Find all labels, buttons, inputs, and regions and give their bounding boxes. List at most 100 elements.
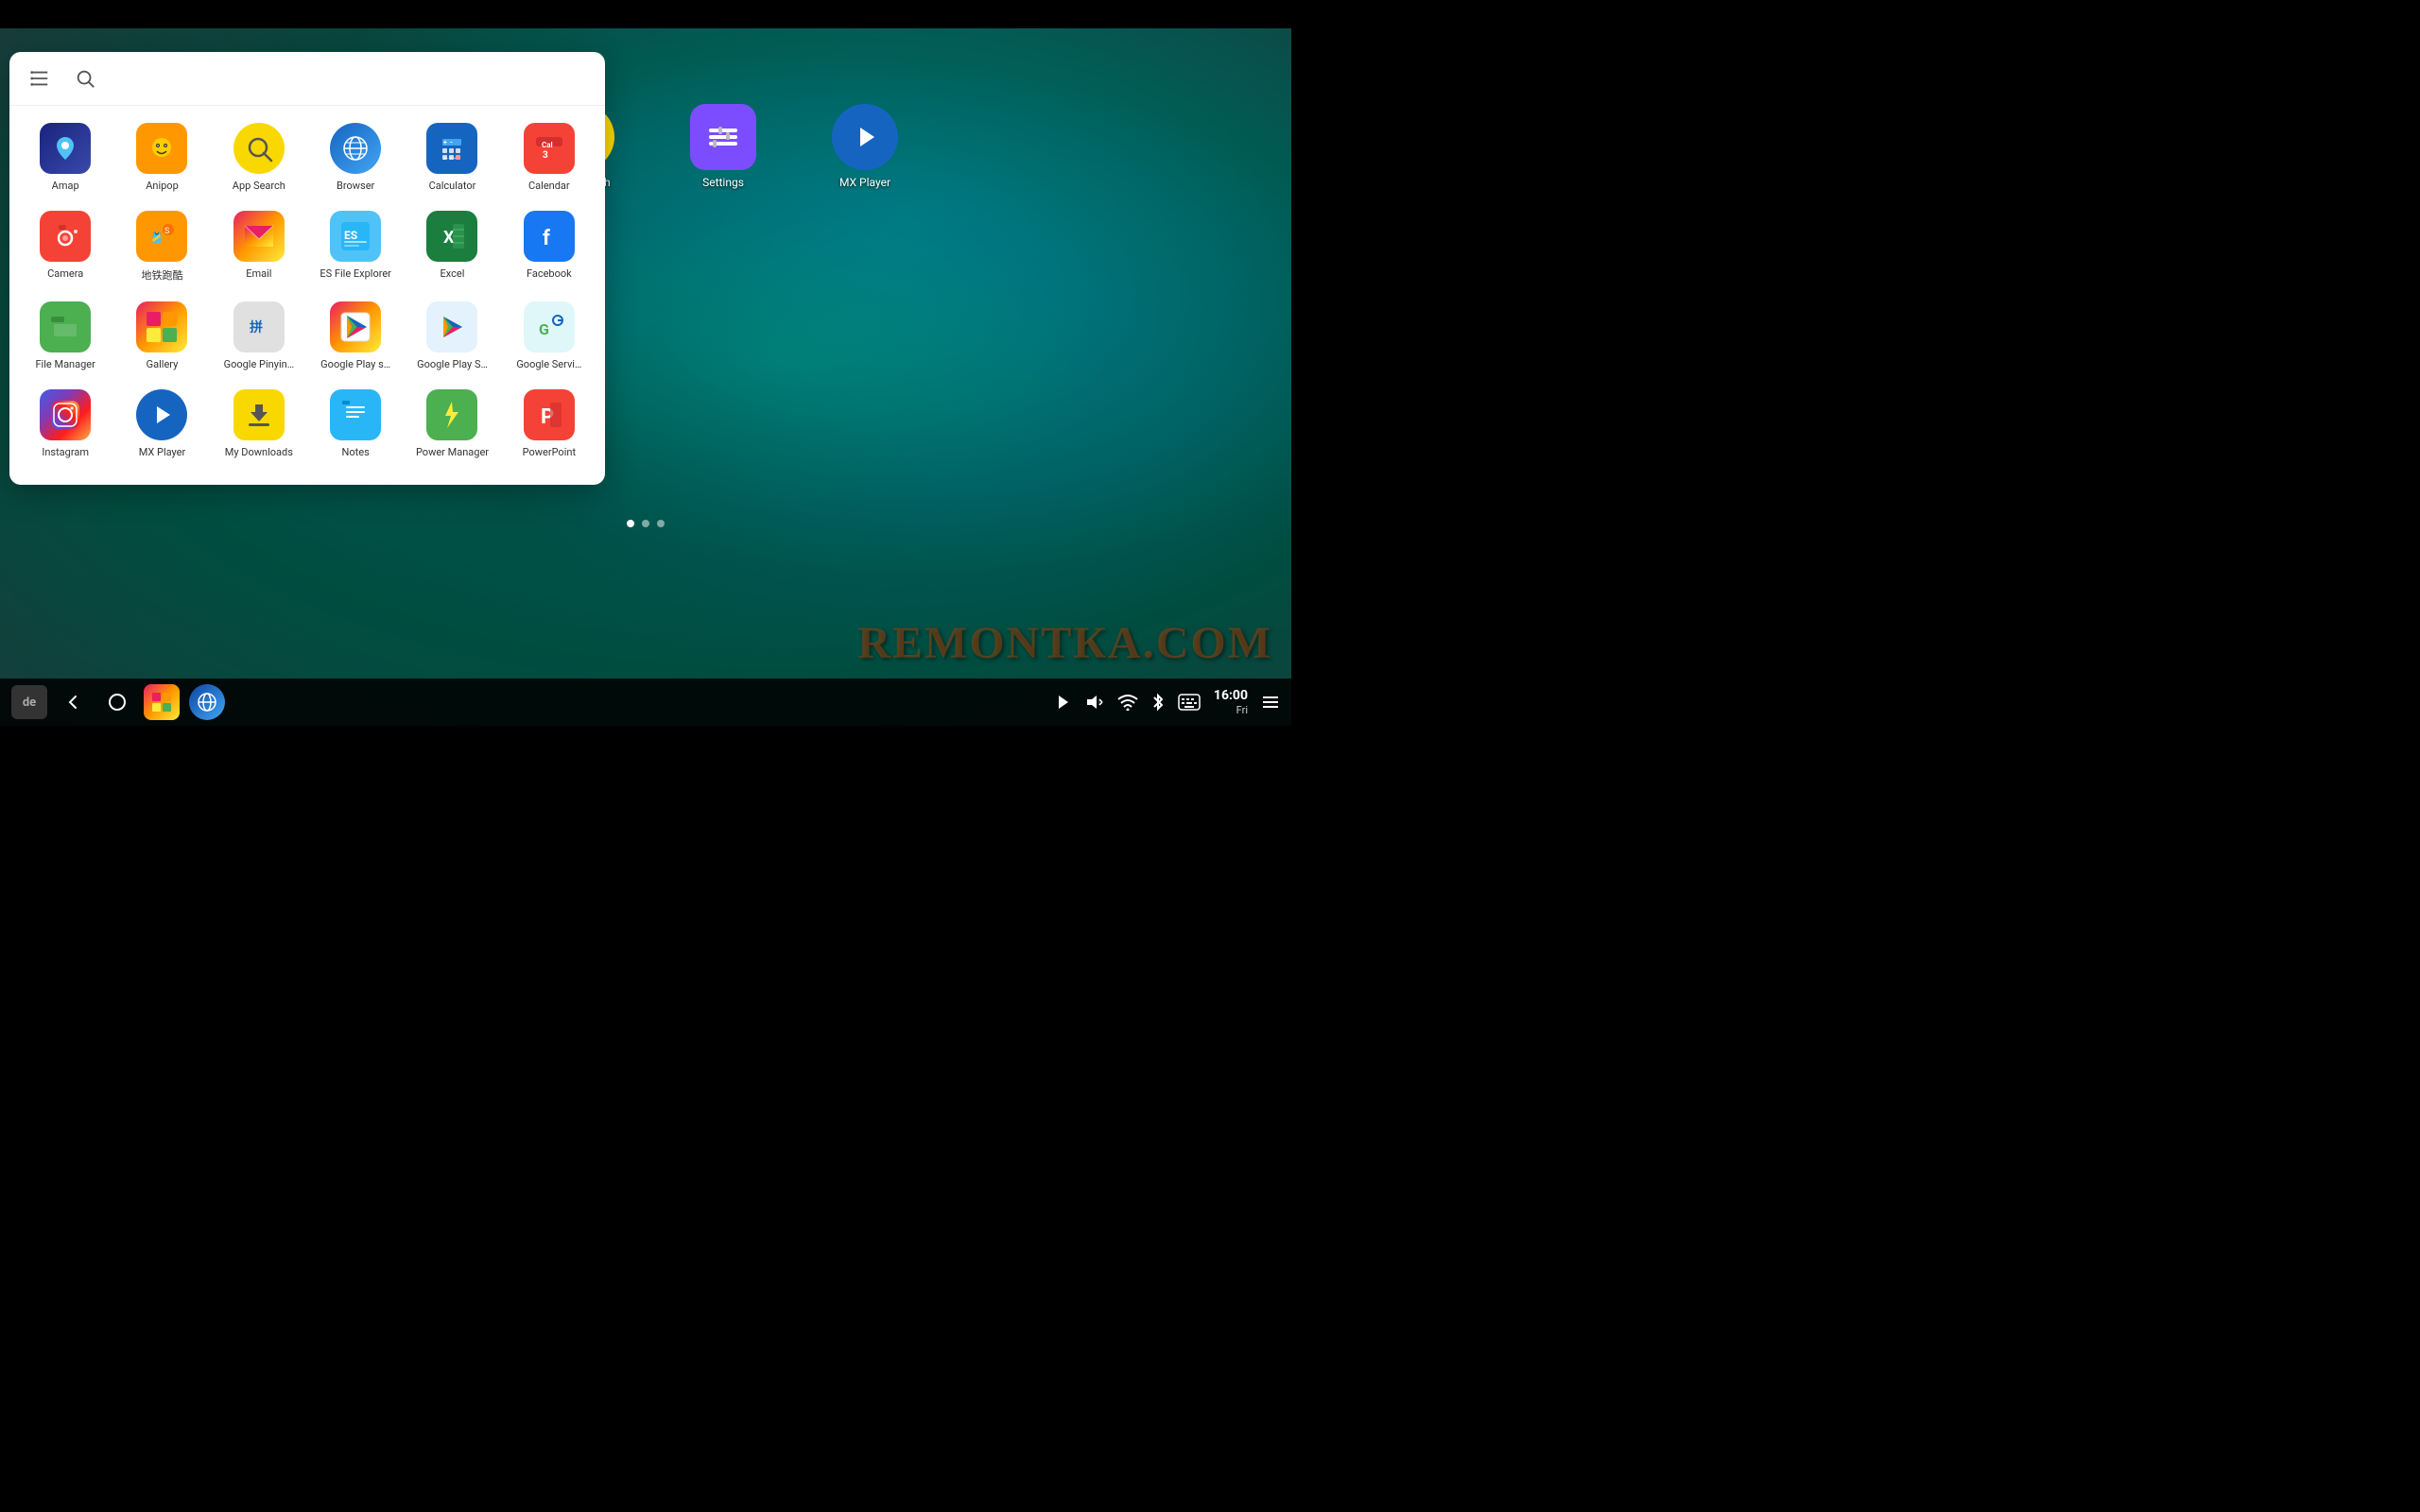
volume-icon[interactable] [1085,693,1104,712]
google-play-s-label: Google Play s… [316,358,396,370]
app-item-calculator[interactable]: + - × ÷ + - Calculator [404,113,500,201]
email-drawer-label: Email [218,267,299,280]
svg-text:G: G [539,320,549,338]
powerpoint-icon: P [524,389,575,440]
mx-player-drawer-icon [136,389,187,440]
svg-text:f: f [543,227,550,250]
browser-label: Browser [316,180,396,192]
drawer-search-btn[interactable] [70,63,100,94]
drawer-header [9,52,605,106]
google-services-label: Google Servi… [509,358,589,370]
keyboard-icon[interactable] [1178,694,1201,711]
notes-icon [330,389,381,440]
app-item-mx-player[interactable]: MX Player [113,380,210,468]
app-item-facebook[interactable]: f Facebook [501,201,597,292]
taskbar-menu-icon[interactable] [1261,693,1280,712]
my-downloads-label: My Downloads [218,446,299,458]
svg-text:-: - [450,139,453,146]
excel-label: Excel [412,267,493,280]
drawer-list-view-btn[interactable] [25,63,55,94]
desktop-icon-settings[interactable]: Settings [681,104,766,189]
excel-icon: X [426,211,477,262]
taskbar-left: de [11,684,225,720]
email-drawer-icon [233,211,285,262]
calendar-icon: Cal 3 [524,123,575,174]
svg-text:S: S [164,227,169,236]
amap-icon [40,123,91,174]
gallery-drawer-icon [136,301,187,352]
app-item-powerpoint[interactable]: P PowerPoint [501,380,597,468]
app-item-anipop[interactable]: Anipop [113,113,210,201]
browser-taskbar-button[interactable] [189,684,225,720]
google-play-s2-icon [426,301,477,352]
wifi-icon[interactable] [1117,694,1138,711]
de-launcher-btn[interactable]: de [11,685,47,719]
app-item-es-file[interactable]: ES ES File Explorer [307,201,404,292]
power-manager-label: Power Manager [412,446,493,458]
notes-label: Notes [316,446,396,458]
app-item-calendar[interactable]: Cal 3 Calendar [501,113,597,201]
bluetooth-icon[interactable] [1151,693,1165,712]
app-item-notes[interactable]: Notes [307,380,404,468]
app-item-google-play-s[interactable]: Google Play s… [307,292,404,380]
calculator-icon: + - × ÷ + - [426,123,477,174]
es-file-label: ES File Explorer [316,267,396,280]
launcher-button[interactable] [144,684,180,720]
es-file-icon: ES [330,211,381,262]
app-drawer: Amap Anipop Ap [9,52,605,485]
app-item-amap[interactable]: Amap [17,113,113,201]
anipop-icon [136,123,187,174]
app-item-app-search[interactable]: App Search [211,113,307,201]
svg-text:3: 3 [543,150,548,161]
app-item-google-pinyin[interactable]: 拼 Google Pinyin… [211,292,307,380]
dot-2[interactable] [642,520,649,527]
app-item-camera[interactable]: Camera [17,201,113,292]
svg-text:🎽: 🎽 [150,232,164,244]
app-item-google-services[interactable]: G Google Servi… [501,292,597,380]
amap-label: Amap [26,180,106,192]
app-item-excel[interactable]: X Excel [404,201,500,292]
camera-icon [40,211,91,262]
calculator-label: Calculator [412,180,493,192]
powerpoint-label: PowerPoint [509,446,589,458]
browser-icon [330,123,381,174]
app-item-google-play-s2[interactable]: Google Play S… [404,292,500,380]
app-search-drawer-label: App Search [218,180,299,192]
google-play-s2-label: Google Play S… [412,358,493,370]
dot-1[interactable] [627,520,634,527]
google-pinyin-label: Google Pinyin… [218,358,299,370]
dot-3[interactable] [657,520,665,527]
clock-day: Fri [1214,704,1248,716]
file-manager-drawer-label: File Manager [26,358,106,370]
instagram-label: Instagram [26,446,106,458]
settings-icon-img [690,104,756,170]
media-play-icon[interactable] [1055,694,1072,711]
app-item-instagram[interactable]: Instagram [17,380,113,468]
mx-player-drawer-label: MX Player [122,446,202,458]
app-item-gallery[interactable]: Gallery [113,292,210,380]
app-item-file-manager[interactable]: File Manager [17,292,113,380]
svg-text:拼: 拼 [250,319,263,335]
google-services-icon: G [524,301,575,352]
svg-text:ES: ES [344,229,357,242]
google-play-s-icon [330,301,381,352]
google-pinyin-icon: 拼 [233,301,285,352]
app-item-browser[interactable]: Browser [307,113,404,201]
app-item-email[interactable]: Email [211,201,307,292]
gallery-drawer-label: Gallery [122,358,202,370]
back-button[interactable] [57,685,91,719]
clock-time: 16:00 [1214,688,1248,704]
drawer-apps-grid: Amap Anipop Ap [9,106,605,475]
desktop-icon-mx-player[interactable]: MX Player [822,104,908,189]
anipop-label: Anipop [122,180,202,192]
my-downloads-icon [233,389,285,440]
system-clock: 16:00 Fri [1214,688,1248,716]
app-item-dizhi[interactable]: 🎽 S 地铁跑酷 [113,201,210,292]
camera-label: Camera [26,267,106,280]
facebook-label: Facebook [509,267,589,280]
home-button[interactable] [100,685,134,719]
app-item-power-manager[interactable]: Power Manager [404,380,500,468]
app-item-my-downloads[interactable]: My Downloads [211,380,307,468]
svg-text:Cal: Cal [542,141,553,149]
facebook-icon: f [524,211,575,262]
